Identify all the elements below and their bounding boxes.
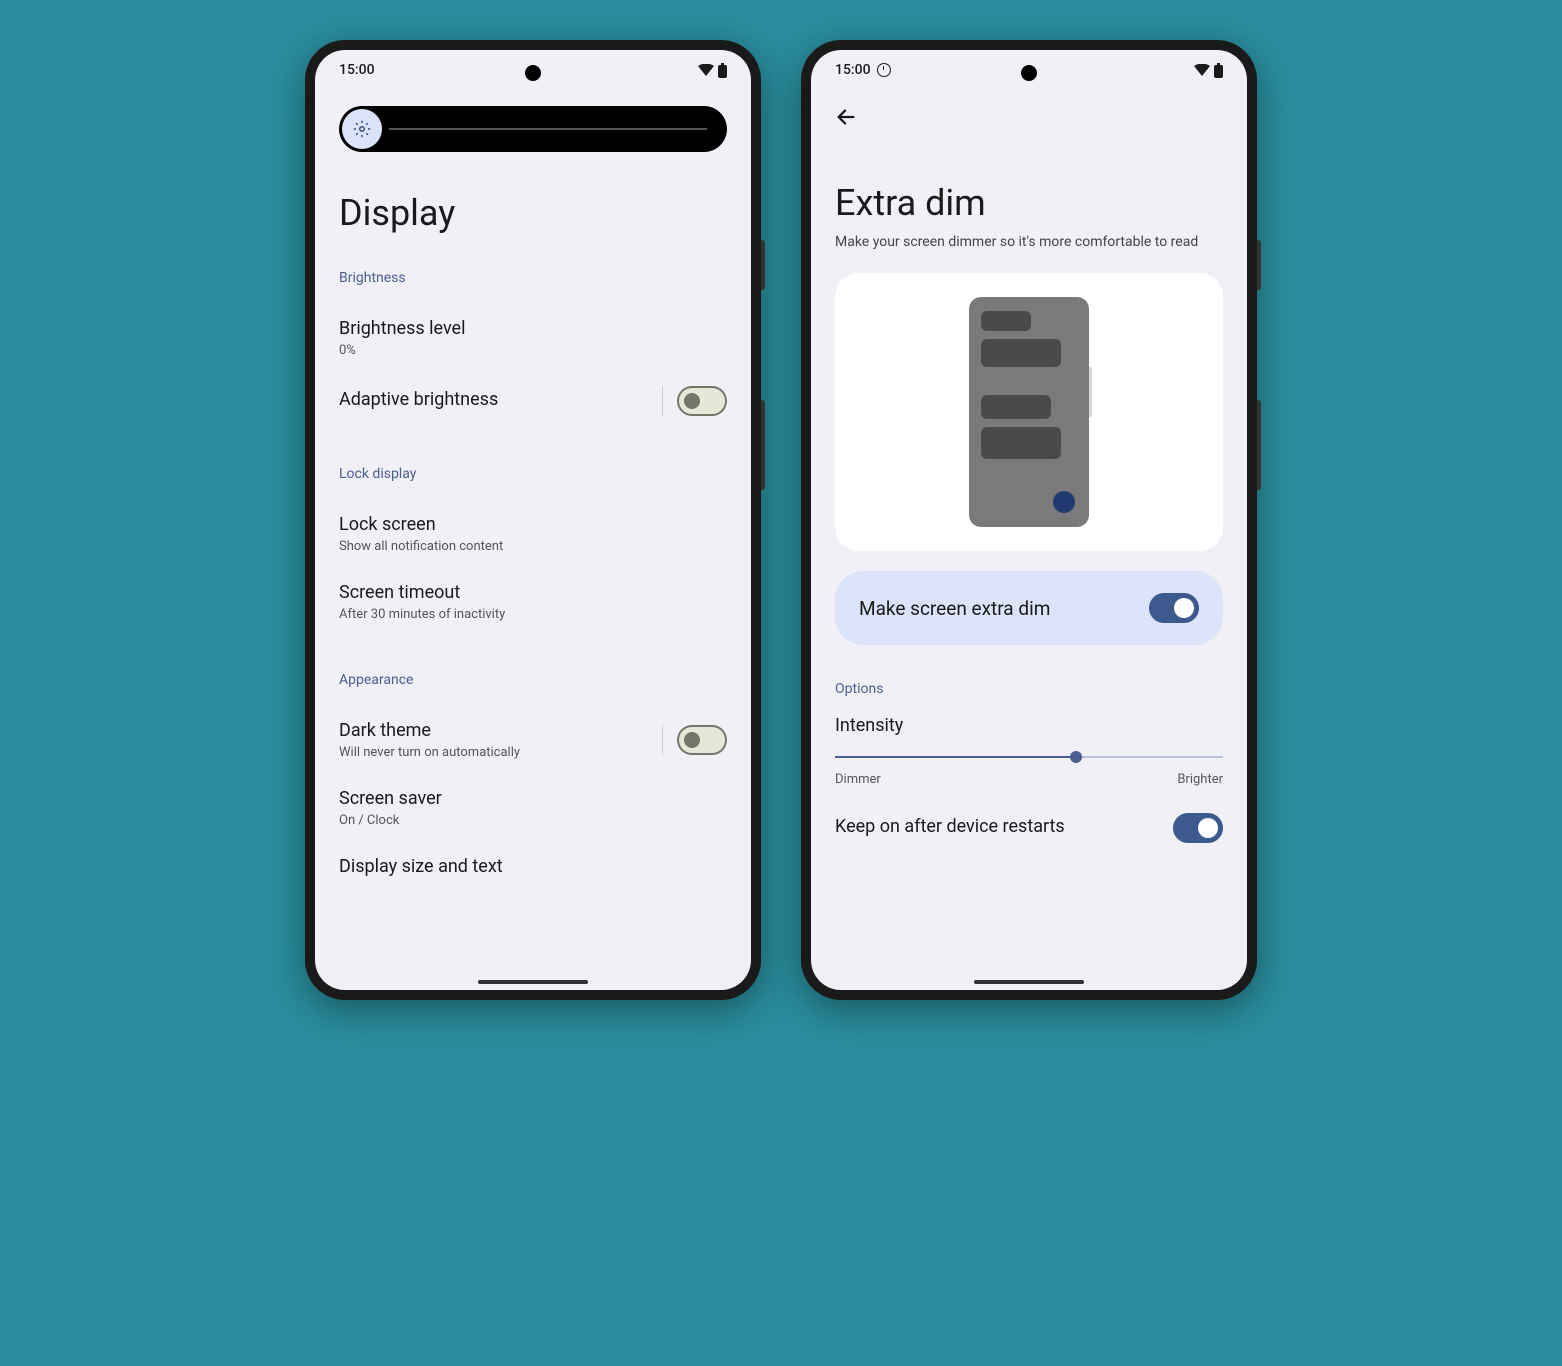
screen-timeout-row[interactable]: Screen timeout After 30 minutes of inact… <box>339 568 727 636</box>
battery-icon <box>1214 63 1223 78</box>
setting-sub: 0% <box>339 343 727 358</box>
slider-fill <box>835 756 1076 758</box>
keep-on-label: Keep on after device restarts <box>835 816 1065 837</box>
battery-icon <box>718 63 727 78</box>
setting-sub: After 30 minutes of inactivity <box>339 607 727 622</box>
phone-extra-dim: 15:00 Extra dim Make your screen dimmer … <box>801 40 1257 1000</box>
brightness-track <box>389 128 707 130</box>
content: Display Brightness Brightness level 0% A… <box>315 86 751 986</box>
display-size-row[interactable]: Display size and text <box>339 842 727 895</box>
nav-indicator[interactable] <box>478 980 588 984</box>
slider-max-label: Brighter <box>1177 772 1223 787</box>
lock-screen-row[interactable]: Lock screen Show all notification conten… <box>339 500 727 568</box>
preview-card <box>835 273 1223 551</box>
dark-theme-row[interactable]: Dark theme Will never turn on automatica… <box>339 706 727 774</box>
camera-cutout <box>1021 65 1037 81</box>
camera-cutout <box>525 65 541 81</box>
section-appearance: Appearance <box>339 672 727 688</box>
gear-icon <box>353 120 371 138</box>
wifi-icon <box>698 64 714 76</box>
keep-on-row[interactable]: Keep on after device restarts <box>835 799 1223 857</box>
extra-dim-label: Make screen extra dim <box>859 597 1050 620</box>
brightness-slider[interactable] <box>339 106 727 152</box>
extra-dim-toggle-card[interactable]: Make screen extra dim <box>835 571 1223 645</box>
preview-fab <box>1053 491 1075 513</box>
page-subtitle: Make your screen dimmer so it's more com… <box>835 232 1223 253</box>
phone-display-settings: 15:00 Display Brightness Brightness leve… <box>305 40 761 1000</box>
preview-block <box>981 427 1061 459</box>
intensity-title: Intensity <box>835 715 1223 736</box>
screen-saver-row[interactable]: Screen saver On / Clock <box>339 774 727 842</box>
screen: 15:00 Extra dim Make your screen dimmer … <box>811 50 1247 990</box>
preview-phone <box>969 297 1089 527</box>
adaptive-brightness-row[interactable]: Adaptive brightness <box>339 372 727 430</box>
setting-title: Lock screen <box>339 514 727 535</box>
preview-block <box>981 311 1031 331</box>
wifi-icon <box>1194 64 1210 76</box>
page-title: Extra dim <box>835 182 1223 224</box>
keep-on-toggle[interactable] <box>1173 813 1223 843</box>
status-time: 15:00 <box>339 62 375 78</box>
adaptive-brightness-toggle[interactable] <box>677 386 727 416</box>
setting-title: Display size and text <box>339 856 727 877</box>
screen: 15:00 Display Brightness Brightness leve… <box>315 50 751 990</box>
page-title: Display <box>339 192 727 234</box>
setting-sub: Will never turn on automatically <box>339 745 652 760</box>
nav-indicator[interactable] <box>974 980 1084 984</box>
arrow-left-icon <box>835 106 857 128</box>
setting-sub: On / Clock <box>339 813 727 828</box>
extra-dim-toggle[interactable] <box>1149 593 1199 623</box>
status-time: 15:00 <box>835 62 871 78</box>
slider-min-label: Dimmer <box>835 772 881 787</box>
content: Extra dim Make your screen dimmer so it'… <box>811 86 1247 986</box>
setting-title: Adaptive brightness <box>339 389 652 410</box>
preview-block <box>981 395 1051 419</box>
back-button[interactable] <box>835 106 1223 132</box>
intensity-row: Intensity Dimmer Brighter <box>835 715 1223 787</box>
brightness-knob[interactable] <box>342 109 382 149</box>
section-options: Options <box>835 681 1223 697</box>
section-lock: Lock display <box>339 466 727 482</box>
setting-sub: Show all notification content <box>339 539 727 554</box>
divider <box>662 386 663 416</box>
slider-thumb[interactable] <box>1070 751 1082 763</box>
preview-block <box>981 339 1061 367</box>
divider <box>662 725 663 755</box>
setting-title: Screen timeout <box>339 582 727 603</box>
section-brightness: Brightness <box>339 270 727 286</box>
brightness-level-row[interactable]: Brightness level 0% <box>339 304 727 372</box>
setting-title: Screen saver <box>339 788 727 809</box>
dark-theme-toggle[interactable] <box>677 725 727 755</box>
intensity-slider[interactable] <box>835 756 1223 758</box>
setting-title: Brightness level <box>339 318 727 339</box>
timer-icon <box>877 63 891 77</box>
setting-title: Dark theme <box>339 720 652 741</box>
